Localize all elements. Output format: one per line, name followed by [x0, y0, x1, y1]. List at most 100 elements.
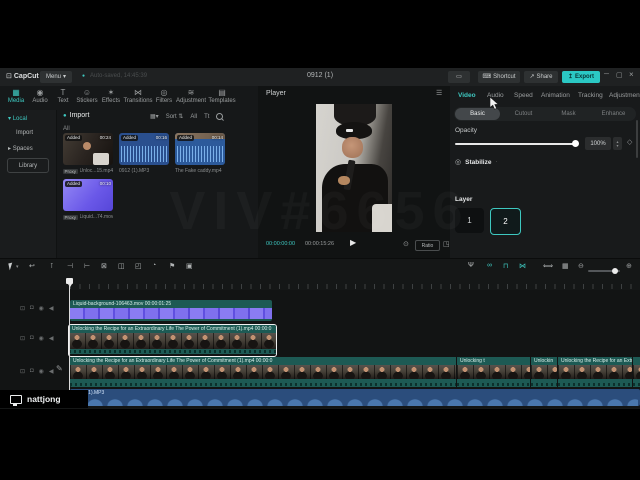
opacity-stepper[interactable]: ▴ ▾: [613, 137, 622, 150]
mute-icon[interactable]: ◀: [49, 335, 54, 342]
tab-stickers[interactable]: ☺ Stickers: [74, 88, 100, 104]
fullscreen-icon[interactable]: ◳: [443, 240, 450, 248]
track-thumb-icon[interactable]: ⊡: [20, 305, 25, 312]
play-button[interactable]: ▶: [350, 238, 356, 247]
track-thumb-icon[interactable]: ⊡: [20, 368, 25, 375]
opacity-value-field[interactable]: 100%: [585, 137, 611, 150]
filter-all-button[interactable]: All: [190, 114, 197, 120]
marker-button[interactable]: ⚑: [169, 262, 175, 270]
subtab-enhance[interactable]: Enhance: [591, 108, 636, 120]
opacity-slider-handle[interactable]: [572, 140, 579, 147]
media-card-audio1[interactable]: Added 00:16: [119, 133, 169, 165]
clip-main-1[interactable]: Unlocking the Recipe for an Extraordinar…: [70, 357, 456, 387]
keyframe-icon[interactable]: ◇: [627, 138, 632, 146]
clip-selected[interactable]: Unlocking the Recipe for an Extraordinar…: [68, 324, 277, 357]
select-tool-button[interactable]: ▾: [8, 262, 19, 271]
inspector-scrollbar[interactable]: [636, 120, 638, 158]
mute-icon[interactable]: ◀: [49, 305, 54, 312]
layer-option-1[interactable]: 1: [455, 208, 484, 233]
sort-button[interactable]: Sort ⇅: [166, 113, 184, 120]
tab-animation[interactable]: Animation: [541, 92, 570, 99]
tab-audio[interactable]: ◉ Audio: [29, 88, 51, 104]
sidebar-item-spaces[interactable]: ▸ Spaces: [8, 145, 33, 152]
media-card-audio2[interactable]: Added 00:14: [175, 133, 225, 165]
tab-templates[interactable]: ▤ Templates: [207, 88, 237, 104]
eye-icon[interactable]: ◉: [39, 368, 44, 375]
video-preview[interactable]: [316, 104, 392, 232]
subtab-mask[interactable]: Mask: [546, 108, 591, 120]
ratio-button[interactable]: Ratio: [415, 240, 440, 251]
trim-right-button[interactable]: ⊢: [84, 262, 90, 270]
timeline-ruler[interactable]: [70, 284, 640, 289]
trim-left-button[interactable]: ⊣: [67, 262, 73, 270]
pencil-icon[interactable]: ✎: [56, 364, 63, 373]
lock-icon[interactable]: ◘: [30, 305, 34, 312]
import-media-button[interactable]: ● Import: [63, 112, 89, 119]
subtab-cutout[interactable]: Cutout: [501, 108, 546, 120]
sidebar-item-library[interactable]: Library: [7, 158, 49, 173]
tab-adjustment-insp[interactable]: Adjustment: [609, 92, 640, 99]
voiceover-mic-button[interactable]: Ψ: [468, 262, 474, 269]
tab-transitions[interactable]: ⋈ Transitions: [122, 88, 154, 104]
mirror-button[interactable]: ◫: [118, 262, 125, 270]
minimize-button[interactable]: ─: [604, 71, 609, 78]
split-button[interactable]: ⊺: [50, 262, 54, 270]
effects-icon: ✶: [107, 88, 115, 97]
tab-video[interactable]: Video: [458, 92, 476, 99]
clip-overlay-purple[interactable]: Liquid-background-106463.mov 00:00:01:25: [70, 300, 272, 321]
clip-title: Unlocking the Recipe for an Extraordinar…: [69, 325, 276, 333]
opacity-slider[interactable]: [455, 143, 575, 145]
filter-text-button[interactable]: Tt: [204, 114, 209, 120]
player-menu-icon[interactable]: ☰: [436, 89, 442, 97]
transform-button[interactable]: ▣: [186, 262, 193, 270]
fit-preview-icon[interactable]: ⊙: [403, 240, 409, 248]
delete-button[interactable]: ⊠: [101, 262, 107, 270]
tab-filters[interactable]: ◎ Filters: [154, 88, 174, 104]
display-resolution-button[interactable]: ▭: [448, 70, 470, 83]
maximize-button[interactable]: ▢: [616, 71, 623, 79]
close-button[interactable]: ×: [629, 70, 634, 79]
preview-axis-button[interactable]: ⟺: [543, 262, 553, 270]
sidebar-item-import[interactable]: Import: [16, 130, 33, 136]
grid-view-button[interactable]: ▦▾: [150, 113, 159, 120]
tab-tracking[interactable]: Tracking: [578, 92, 603, 99]
tab-text[interactable]: T Text: [53, 88, 73, 104]
snap-toggle[interactable]: ⋈: [519, 262, 526, 270]
clip-main-2[interactable]: Unlocking t: [457, 357, 530, 387]
tab-effects[interactable]: ✶ Effects: [100, 88, 122, 104]
clip-main-3[interactable]: Unlockin: [531, 357, 557, 387]
ratio-label: Ratio: [421, 242, 434, 249]
lock-icon[interactable]: ◘: [30, 335, 34, 342]
sidebar-item-local[interactable]: ▾ Local: [8, 115, 27, 122]
zoom-in-button[interactable]: ⊕: [626, 262, 632, 270]
clip-main-5[interactable]: [633, 357, 640, 387]
media-card-video2[interactable]: Added 00:10: [63, 179, 113, 211]
track-thumb-icon[interactable]: ⊡: [20, 335, 25, 342]
shortcut-button[interactable]: ⌨ Shortcut: [478, 70, 520, 83]
media-card-video1[interactable]: Added 00:24: [63, 133, 113, 165]
undo-button[interactable]: ↩: [29, 262, 35, 270]
eye-icon[interactable]: ◉: [39, 335, 44, 342]
menu-button[interactable]: Menu ▾: [40, 70, 72, 83]
mute-icon[interactable]: ◀: [49, 368, 54, 375]
tab-speed[interactable]: Speed: [514, 92, 533, 99]
export-button[interactable]: ↥ Export: [562, 70, 600, 83]
tab-label: Templates: [208, 98, 236, 104]
render-preview-button[interactable]: ▦: [562, 262, 569, 270]
lock-icon[interactable]: ◘: [30, 368, 34, 375]
layer-option-2[interactable]: 2: [490, 208, 521, 235]
link-toggle[interactable]: ∞: [487, 262, 492, 269]
crop-button[interactable]: ◰: [135, 262, 142, 270]
magnet-toggle[interactable]: ⊓: [503, 262, 508, 270]
speed-button[interactable]: ◔: [152, 262, 156, 269]
share-button[interactable]: ↗ Share: [524, 70, 558, 83]
timeline-zoom-handle[interactable]: [612, 268, 618, 274]
clip-audio[interactable]: 0912 (1).MP3: [70, 389, 640, 406]
stabilize-row[interactable]: ◎ Stabilize ·: [455, 158, 497, 167]
zoom-out-button[interactable]: ⊖: [578, 262, 584, 270]
clip-main-4[interactable]: Unlocking the Recipe for an Extraordi: [558, 357, 632, 387]
tab-media[interactable]: ▦ Media: [4, 88, 28, 104]
search-icon[interactable]: [216, 113, 224, 120]
eye-icon[interactable]: ◉: [39, 305, 44, 312]
tab-adjustment[interactable]: ≋ Adjustment: [175, 88, 207, 104]
